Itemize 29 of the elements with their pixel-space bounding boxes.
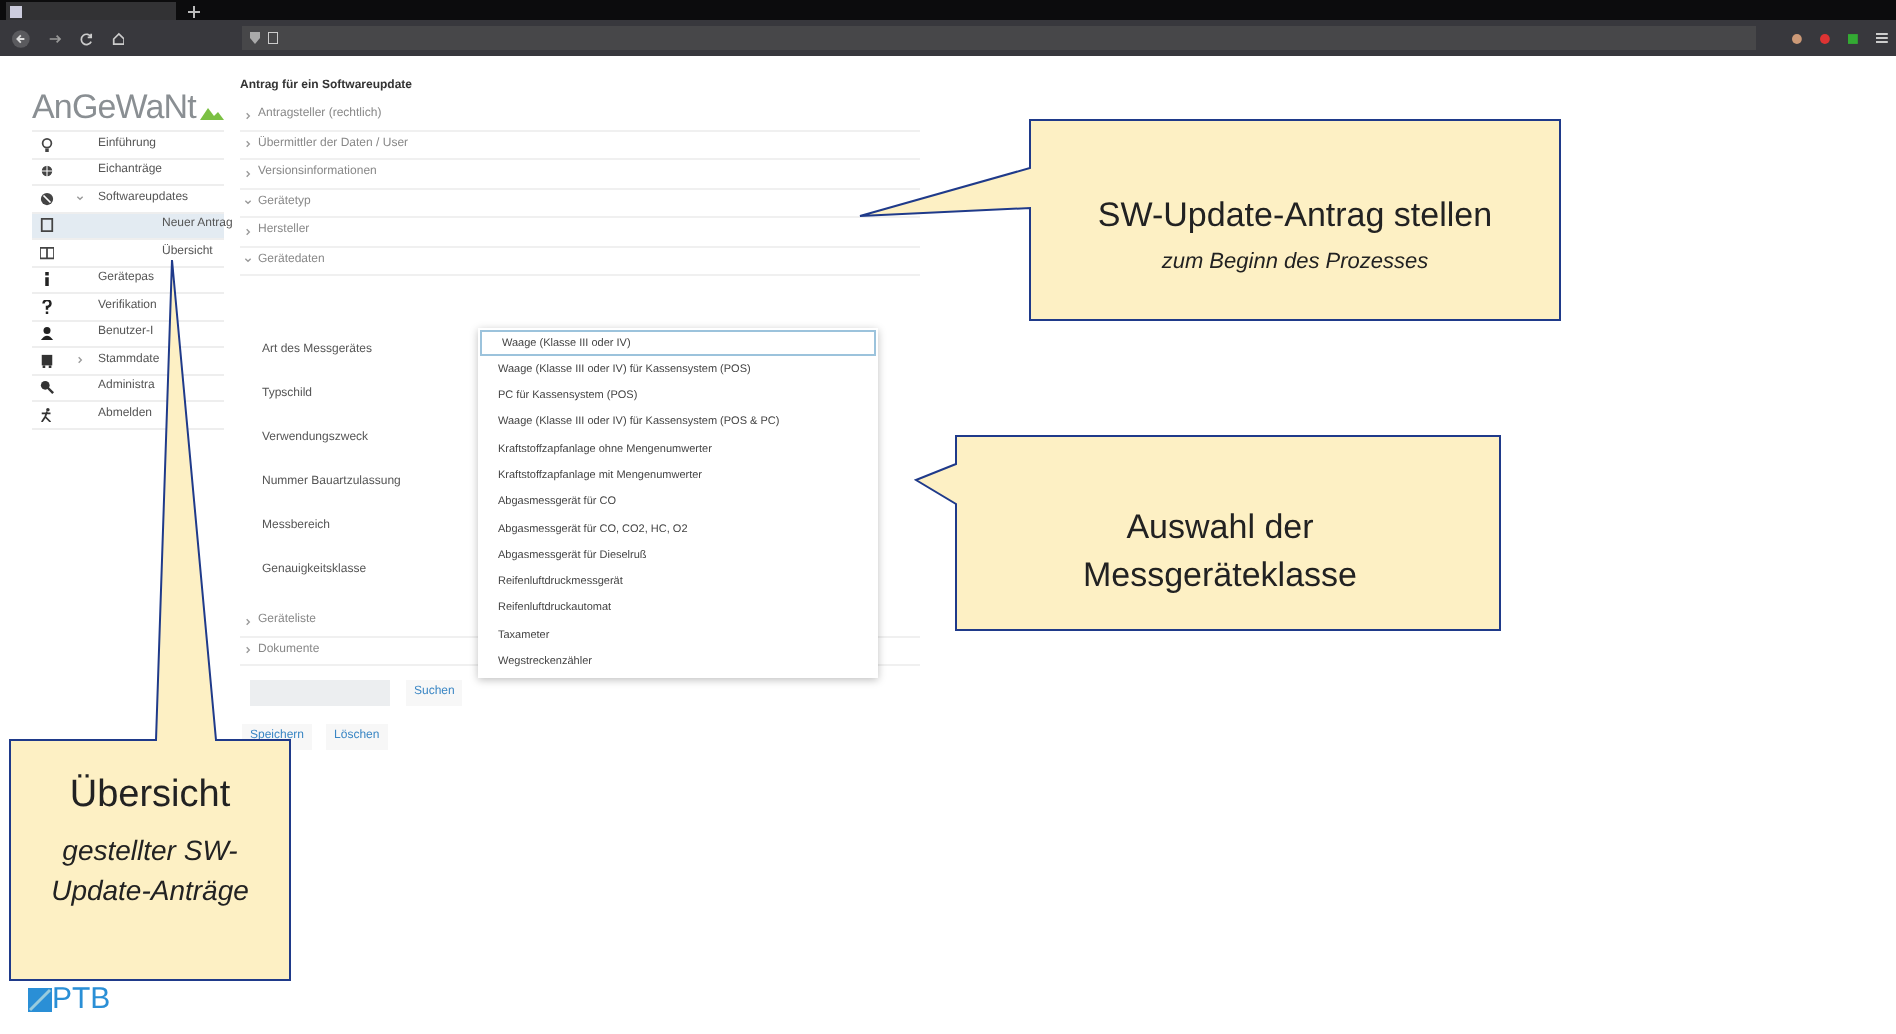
search-icon: [40, 380, 54, 395]
extension-icon[interactable]: [1820, 33, 1831, 43]
runner-icon: [40, 407, 54, 422]
shield-icon: [250, 32, 261, 44]
browser-tab[interactable]: [6, 2, 176, 20]
forward-icon[interactable]: [47, 31, 62, 45]
reload-icon[interactable]: [79, 31, 94, 45]
help-icon: [40, 299, 54, 314]
page-icon: [268, 32, 279, 44]
extension-icon[interactable]: [1792, 33, 1803, 43]
app-logo: AnGeWaNt: [32, 90, 196, 124]
new-tab-icon[interactable]: [188, 6, 200, 18]
extension-icon[interactable]: [1848, 33, 1859, 43]
bulb-icon: [40, 137, 54, 152]
info-icon: [40, 272, 54, 287]
ptb-logo: PTB: [52, 986, 111, 1012]
callout-title: SW-Update-Antrag stellen: [1097, 194, 1493, 238]
back-icon[interactable]: [12, 29, 30, 47]
user-icon: [40, 326, 54, 341]
home-icon[interactable]: [111, 31, 125, 45]
logo-mark-icon: [28, 988, 52, 1012]
menu-icon[interactable]: [1876, 32, 1888, 44]
book-icon: [40, 245, 54, 260]
callout-title: Auswahl der Messgeräteklasse: [1080, 506, 1359, 598]
callout-title: Übersicht: [69, 772, 231, 820]
callout-subtitle: gestellter SW-Update-Anträge: [49, 831, 251, 909]
mountain-icon: [199, 104, 224, 120]
callout-subtitle: zum Beginn des Prozesses: [1161, 247, 1429, 277]
page-icon: [10, 5, 22, 17]
